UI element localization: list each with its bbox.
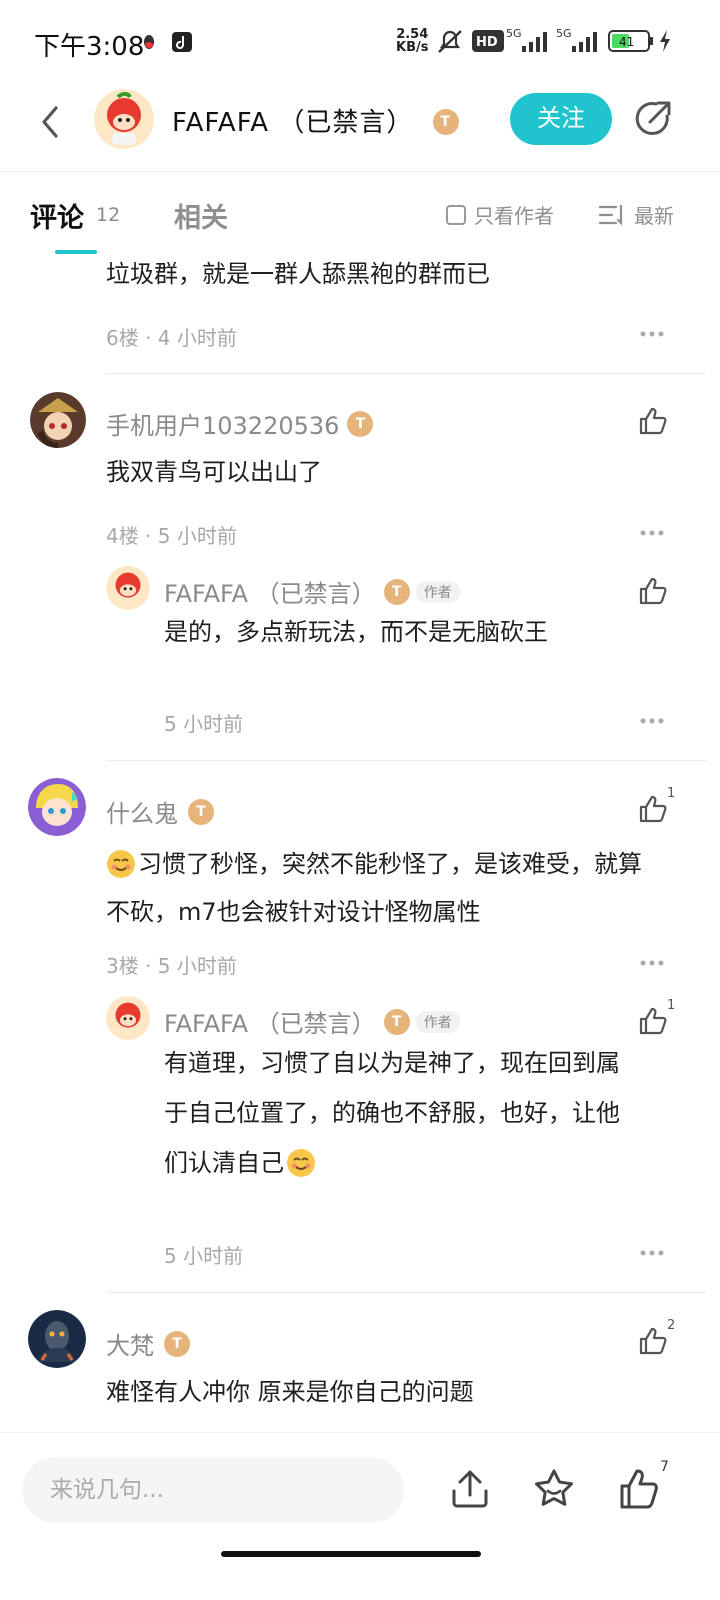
divider	[106, 373, 706, 374]
more-dots-icon[interactable]	[640, 1250, 664, 1256]
status-bar: 下午3:08 2.54 KB/s HD 5G 5G 41	[0, 0, 720, 84]
more-dots-icon[interactable]	[640, 960, 664, 966]
hd-icon: HD	[472, 30, 504, 52]
back-arrow-icon[interactable]	[36, 102, 66, 142]
comment-meta: 6楼 · 4 小时前	[106, 326, 237, 350]
net-speed: 2.54 KB/s	[396, 28, 428, 54]
more-dots-icon[interactable]	[640, 718, 664, 724]
active-tab-indicator	[55, 250, 97, 254]
header-title-text: FAFAFA （已禁言）	[172, 108, 414, 138]
reply-username[interactable]: FAFAFA （已禁言） 作者	[164, 574, 460, 609]
comments-count: 12	[96, 204, 121, 226]
star-icon[interactable]	[532, 1467, 576, 1511]
battery-level: 41	[619, 35, 634, 49]
qq-notification-icon	[144, 35, 154, 49]
upload-icon[interactable]	[448, 1467, 492, 1511]
reply-username[interactable]: FAFAFA （已禁言） 作者	[164, 1004, 460, 1039]
more-dots-icon[interactable]	[640, 331, 664, 337]
like-count: 7	[660, 1459, 669, 1475]
charging-icon	[660, 30, 670, 52]
author-avatar[interactable]	[94, 89, 154, 149]
signal-icon: 5G	[506, 27, 547, 52]
follow-button[interactable]: 关注	[510, 93, 612, 145]
mute-bell-icon	[438, 30, 462, 53]
reply-text: 是的，多点新玩法，而不是无脑砍王	[164, 618, 548, 646]
comment-text: 难怪有人冲你 原来是你自己的问题	[106, 1378, 474, 1406]
svg-text:5G: 5G	[556, 27, 572, 40]
comment-input[interactable]: 来说几句...	[22, 1457, 404, 1523]
level-badge-icon	[164, 1330, 190, 1357]
comment-text-line: 不砍，m7也会被针对设计怪物属性	[106, 898, 481, 926]
only-author-label: 只看作者	[474, 204, 554, 228]
user-avatar[interactable]	[30, 392, 86, 448]
user-avatar[interactable]	[28, 1310, 86, 1368]
comment-username[interactable]: 什么鬼	[106, 794, 214, 829]
svg-text:HD: HD	[476, 35, 498, 50]
reply-meta: 5 小时前	[164, 1244, 244, 1268]
level-badge-icon	[188, 798, 214, 825]
sort-label: 最新	[634, 204, 674, 228]
thumbs-up-icon[interactable]	[638, 406, 668, 436]
like-count: 1	[667, 998, 676, 1013]
username-text: FAFAFA （已禁言）	[164, 1010, 376, 1038]
username-text: 大梵	[106, 1332, 154, 1360]
svg-text:5G: 5G	[506, 27, 522, 40]
only-author-toggle[interactable]: 只看作者	[446, 200, 554, 229]
reply-text: 有道理，习惯了自以为是神了，现在回到属 于自己位置了，的确也不舒服，也好，让他 …	[164, 1038, 684, 1188]
level-badge-icon	[383, 578, 410, 605]
username-text: 什么鬼	[106, 800, 178, 828]
comment-text: 垃圾群，就是一群人舔黑袍的群而已	[106, 260, 490, 288]
author-avatar[interactable]	[106, 996, 150, 1040]
home-indicator[interactable]	[221, 1551, 481, 1557]
thumbs-up-icon[interactable]	[638, 1006, 668, 1036]
divider	[106, 760, 706, 761]
comment-meta: 4楼 · 5 小时前	[106, 524, 237, 548]
tab-comments[interactable]: 评论	[30, 196, 84, 235]
more-dots-icon[interactable]	[640, 530, 664, 536]
comment-text: 我双青鸟可以出山了	[106, 458, 322, 486]
net-speed-unit: KB/s	[396, 40, 429, 55]
header-title: FAFAFA （已禁言）	[172, 102, 459, 139]
comment-text-line: 习惯了秒怪，突然不能秒怪了，是该难受，就算	[138, 850, 642, 878]
level-badge-icon	[383, 1008, 410, 1035]
tiktok-notification-icon	[172, 32, 192, 52]
author-tag: 作者	[415, 1010, 460, 1033]
user-avatar[interactable]	[28, 778, 86, 836]
username-text: 手机用户103220536	[106, 412, 340, 440]
top-header: FAFAFA （已禁言） 关注	[0, 84, 720, 172]
battery-icon: 41	[608, 30, 653, 52]
checkbox-icon[interactable]	[446, 204, 466, 225]
reply-text-line: 有道理，习惯了自以为是神了，现在回到属	[164, 1049, 620, 1077]
like-count: 2	[667, 1318, 676, 1333]
share-icon[interactable]	[634, 100, 672, 138]
comment-username[interactable]: 大梵	[106, 1326, 190, 1361]
smile-emoji-icon	[287, 1149, 315, 1177]
comment-meta: 3楼 · 5 小时前	[106, 954, 237, 978]
thumbs-up-icon[interactable]	[638, 1326, 668, 1356]
divider	[106, 1292, 706, 1293]
comment-tabs: 评论 12 相关 只看作者 最新	[0, 172, 720, 256]
signal-icon-2: 5G	[556, 27, 597, 52]
level-badge-icon	[432, 109, 459, 135]
reply-meta: 5 小时前	[164, 712, 244, 736]
comment-text: 习惯了秒怪，突然不能秒怪了，是该难受，就算 不砍，m7也会被针对设计怪物属性	[106, 840, 686, 936]
status-time: 下午3:08	[34, 32, 145, 62]
bottom-bar: 来说几句... 7	[0, 1432, 720, 1600]
username-text: FAFAFA （已禁言）	[164, 580, 376, 608]
thumbs-up-icon[interactable]	[638, 794, 668, 824]
author-tag: 作者	[415, 580, 460, 603]
level-badge-icon	[347, 410, 374, 437]
reply-text-line: 们认清自己	[164, 1149, 284, 1177]
like-count: 1	[667, 786, 676, 801]
smile-emoji-icon	[107, 850, 135, 878]
reply-text-line: 于自己位置了，的确也不舒服，也好，让他	[164, 1099, 620, 1127]
tab-related[interactable]: 相关	[174, 196, 228, 235]
author-avatar[interactable]	[106, 566, 150, 610]
thumbs-up-icon[interactable]	[618, 1467, 662, 1511]
thumbs-up-icon[interactable]	[638, 576, 668, 606]
sort-icon	[598, 204, 623, 226]
comment-username[interactable]: 手机用户103220536	[106, 406, 374, 441]
sort-toggle[interactable]: 最新	[598, 200, 674, 229]
